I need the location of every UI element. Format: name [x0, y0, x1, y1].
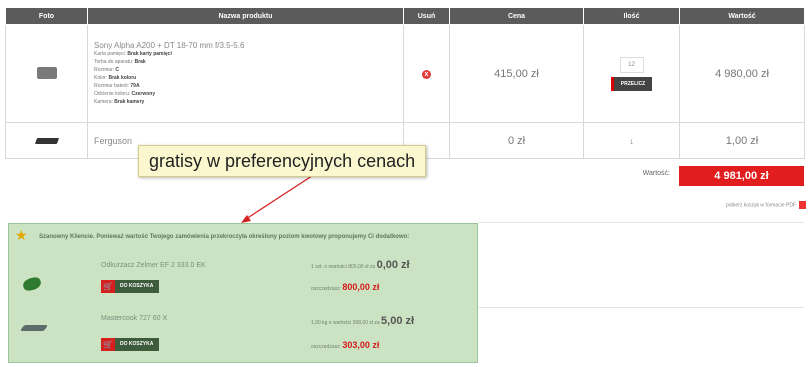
callout-arrow: [241, 170, 320, 223]
callout-note: gratisy w preferencyjnych cenach: [138, 145, 427, 177]
